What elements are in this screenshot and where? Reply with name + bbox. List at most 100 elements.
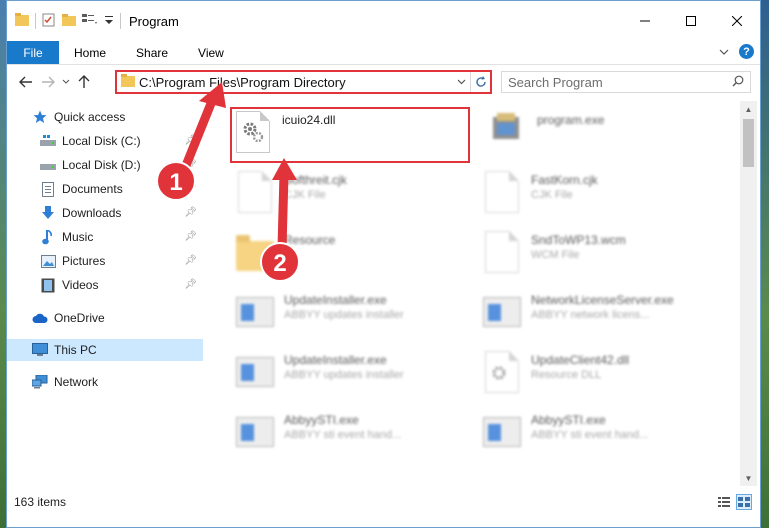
new-folder-icon[interactable] xyxy=(62,13,76,30)
sidebar-item-documents[interactable]: Documents 📌︎ xyxy=(7,178,203,200)
view-menu-icon[interactable] xyxy=(82,13,98,30)
file-item-resource-folder[interactable]: Resource xyxy=(232,227,472,283)
pin-icon[interactable]: 📌︎ xyxy=(184,231,197,242)
desktop-background-right xyxy=(761,0,769,528)
pin-icon[interactable]: 📌︎ xyxy=(184,207,197,218)
file-name: AbbyySTI.exe xyxy=(284,413,359,427)
pin-icon[interactable]: 📌︎ xyxy=(184,279,197,290)
file-name: FastKorn.cjk xyxy=(531,173,598,187)
file-item-updateinstaller[interactable]: UpdateInstaller.exe ABBYY updates instal… xyxy=(232,287,472,343)
close-icon xyxy=(732,16,742,26)
scroll-up-arrow[interactable]: ▲ xyxy=(740,101,757,117)
tab-home[interactable]: Home xyxy=(59,41,121,64)
file-type: WCM File xyxy=(531,249,580,261)
chevron-down-icon xyxy=(719,49,729,55)
folder-icon xyxy=(236,231,276,277)
sidebar-item-local-disk-d[interactable]: Local Disk (D:) 📌︎ xyxy=(7,154,203,176)
sidebar-item-label: Pictures xyxy=(62,254,106,268)
help-button[interactable]: ? xyxy=(739,44,754,59)
videos-icon xyxy=(40,277,56,293)
sidebar-item-downloads[interactable]: Downloads 📌︎ xyxy=(7,202,203,224)
refresh-button[interactable] xyxy=(470,72,490,92)
properties-icon[interactable] xyxy=(42,13,56,30)
sidebar-item-music[interactable]: Music 📌︎ xyxy=(7,226,203,248)
file-item-networklicenseserver[interactable]: NetworkLicenseServer.exe ABBYY network l… xyxy=(479,287,719,343)
navigation-pane: Quick access Local Disk (C:) 📌︎ Local Di… xyxy=(7,101,203,486)
sidebar-item-this-pc[interactable]: This PC xyxy=(7,339,203,361)
file-type: CJK File xyxy=(284,189,326,201)
file-item-updateinstaller-2[interactable]: UpdateInstaller.exe ABBYY updates instal… xyxy=(232,347,472,403)
file-name: NetworkLicenseServer.exe xyxy=(531,293,674,307)
customize-toolbar-icon[interactable] xyxy=(104,14,114,29)
file-name: Softhreit.cjk xyxy=(284,173,347,187)
file-item-cjk[interactable]: Softhreit.cjk CJK File xyxy=(232,167,472,223)
search-box[interactable] xyxy=(501,71,751,93)
pin-icon[interactable]: 📌︎ xyxy=(184,159,197,170)
arrow-up-icon xyxy=(78,75,90,88)
file-type: CJK File xyxy=(531,189,573,201)
up-button[interactable] xyxy=(73,71,95,93)
ribbon-tabs: File Home Share View ? xyxy=(7,41,760,65)
vertical-scrollbar[interactable]: ▲ ▼ xyxy=(740,101,757,486)
back-button[interactable] xyxy=(15,71,37,93)
documents-icon xyxy=(40,181,56,197)
close-button[interactable] xyxy=(714,1,760,41)
file-name: Resource xyxy=(284,233,336,247)
address-dropdown-button[interactable] xyxy=(452,76,470,88)
ribbon-right-controls: ? xyxy=(719,44,754,59)
address-path[interactable]: C:\Program Files\Program Directory xyxy=(139,75,452,90)
drive-icon xyxy=(40,133,56,149)
file-type: ABBYY updates installer xyxy=(284,309,404,321)
sidebar-item-network[interactable]: Network xyxy=(7,371,203,393)
dll-gear-icon xyxy=(483,351,523,397)
file-type: ABBYY sti event hand... xyxy=(531,429,649,441)
sidebar-item-onedrive[interactable]: OneDrive xyxy=(7,307,203,329)
file-item-fastkorn[interactable]: FastKorn.cjk CJK File xyxy=(479,167,719,223)
details-view-button[interactable] xyxy=(716,494,732,510)
exe-icon xyxy=(483,291,523,337)
exe-icon xyxy=(236,411,276,457)
sidebar-item-local-disk-c[interactable]: Local Disk (C:) 📌︎ xyxy=(7,130,203,152)
navigation-bar: C:\Program Files\Program Directory xyxy=(7,65,760,99)
sidebar-item-label: This PC xyxy=(54,343,97,357)
exe-icon xyxy=(483,411,523,457)
file-item-program-exe[interactable]: program.exe xyxy=(485,107,725,163)
network-icon xyxy=(32,374,48,390)
scroll-down-arrow[interactable]: ▼ xyxy=(740,470,757,486)
forward-button[interactable] xyxy=(37,71,59,93)
search-input[interactable] xyxy=(508,74,732,90)
search-icon[interactable] xyxy=(732,75,744,90)
tab-view[interactable]: View xyxy=(183,41,239,64)
file-type: Resource DLL xyxy=(531,369,602,381)
sidebar-item-label: Downloads xyxy=(62,206,122,220)
sidebar-item-videos[interactable]: Videos 📌︎ xyxy=(7,274,203,296)
maximize-button[interactable] xyxy=(668,1,714,41)
address-bar[interactable]: C:\Program Files\Program Directory xyxy=(115,70,492,94)
item-count: 163 items xyxy=(14,495,67,509)
toolbar-divider xyxy=(120,13,121,29)
file-item-updateclient42[interactable]: UpdateClient42.dll Resource DLL xyxy=(479,347,719,403)
pin-icon[interactable]: 📌︎ xyxy=(184,135,197,146)
sidebar-item-pictures[interactable]: Pictures 📌︎ xyxy=(7,250,203,272)
tab-file[interactable]: File xyxy=(7,41,59,64)
recent-locations-button[interactable] xyxy=(59,71,73,93)
scrollbar-thumb[interactable] xyxy=(743,119,754,167)
file-item-abbyysti[interactable]: AbbyySTI.exe ABBYY sti event hand... xyxy=(232,407,472,463)
file-type: ABBYY updates installer xyxy=(284,369,404,381)
pin-icon[interactable]: 📌︎ xyxy=(184,255,197,266)
file-item-sndtowp13[interactable]: SndToWP13.wcm WCM File xyxy=(479,227,719,283)
minimize-button[interactable] xyxy=(622,1,668,41)
window-controls xyxy=(622,1,760,41)
file-type: ABBYY sti event hand... xyxy=(284,429,402,441)
file-item-abbyysti-2[interactable]: AbbyySTI.exe ABBYY sti event hand... xyxy=(479,407,719,463)
tiles-view-button[interactable] xyxy=(736,494,752,510)
download-icon xyxy=(40,205,56,221)
pin-icon[interactable]: 📌︎ xyxy=(184,183,197,194)
sidebar-item-label: Documents xyxy=(62,182,123,196)
expand-ribbon-button[interactable] xyxy=(719,45,729,59)
details-view-icon xyxy=(718,497,730,507)
highlight-frame xyxy=(230,107,470,163)
sidebar-item-quick-access[interactable]: Quick access xyxy=(7,106,203,128)
program-icon xyxy=(489,111,529,157)
tab-share[interactable]: Share xyxy=(121,41,183,64)
